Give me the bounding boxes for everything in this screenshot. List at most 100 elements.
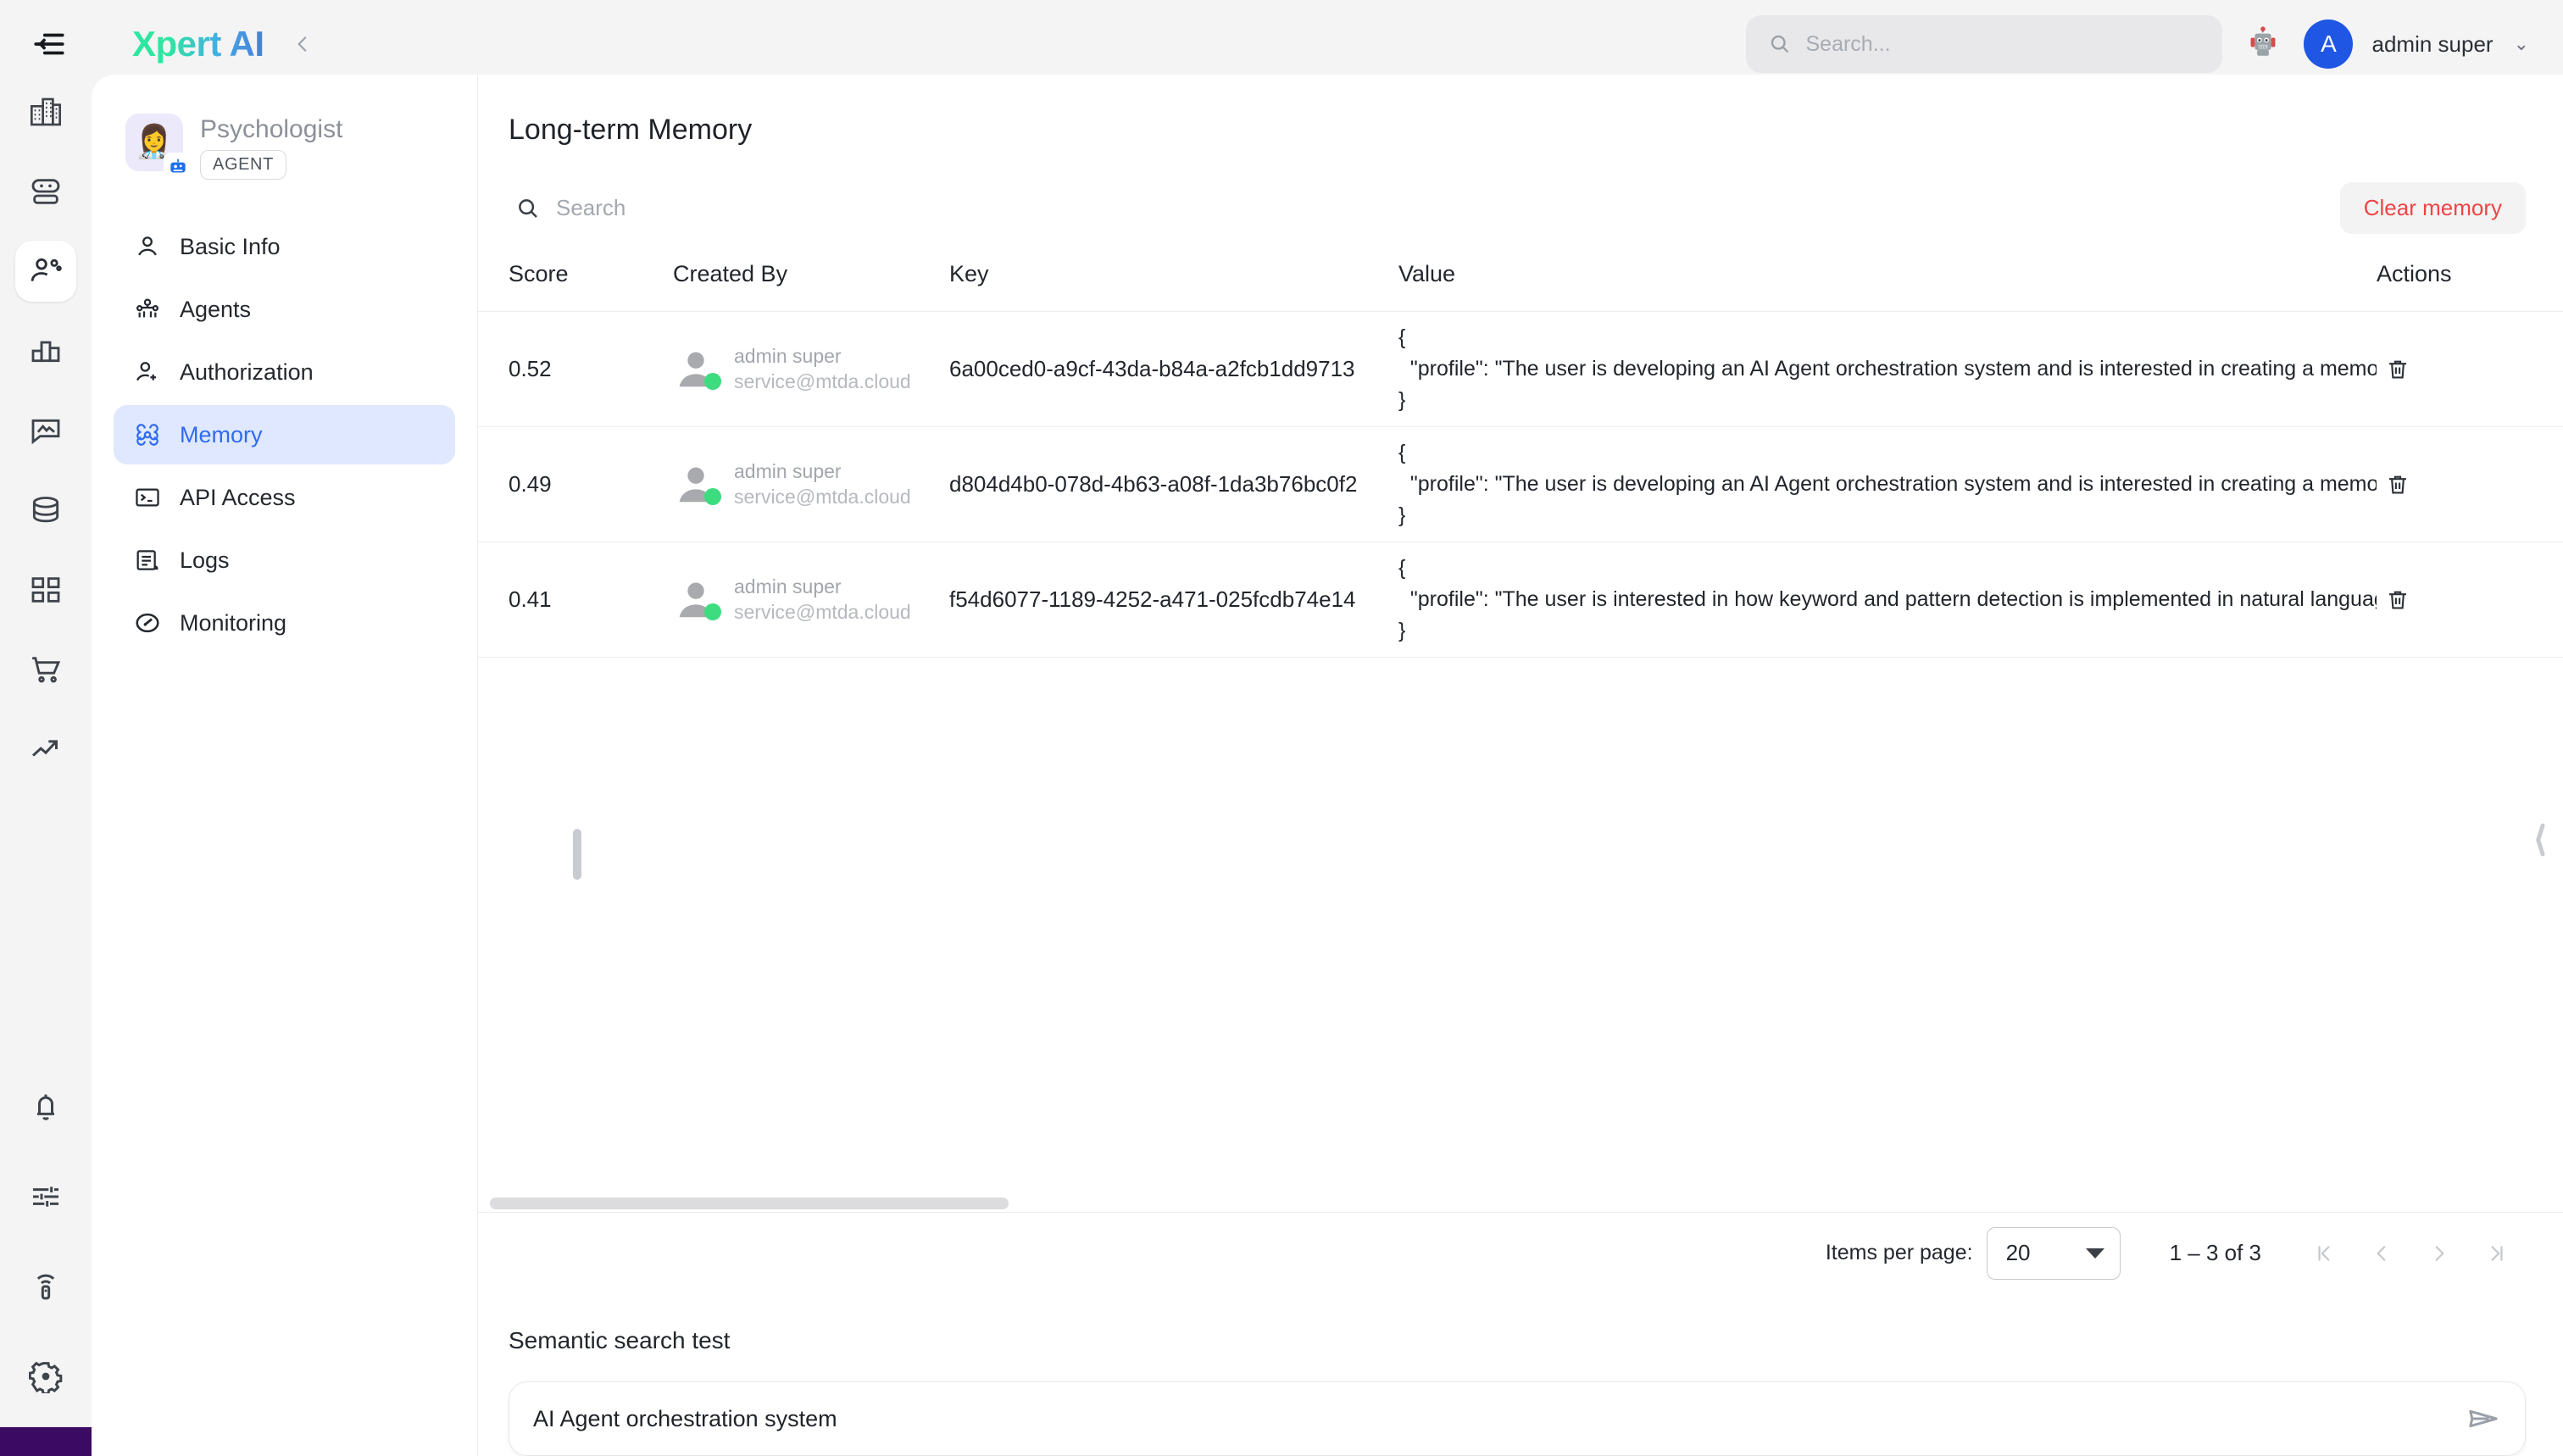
chevron-left-icon — [2536, 823, 2545, 857]
user-icon — [138, 236, 157, 256]
rail-top-group — [15, 81, 76, 780]
sidebar-item-label: Memory — [180, 421, 263, 447]
status-badge-online — [704, 603, 721, 620]
memory-main: Long-term Memory Search Clear memory Sco… — [478, 75, 2563, 1456]
sidebar-item-authorization[interactable]: Authorization — [114, 342, 455, 402]
agent-config-sidebar: 👩‍⚕️ Psychologist AGENT — [92, 75, 478, 1456]
sliders-icon-button[interactable] — [15, 1166, 76, 1227]
right-panel-expand-handle[interactable] — [2529, 820, 2551, 859]
status-badge-online — [704, 372, 721, 390]
agent-meta: Psychologist AGENT — [200, 114, 342, 180]
next-page-button[interactable] — [2424, 1238, 2455, 1269]
table-body: 0.52 admin super service@mtda.cloud 6a00… — [478, 311, 2563, 658]
delete-memory-button[interactable] — [2377, 348, 2419, 391]
table-row[interactable]: 0.41 admin super service@mtda.cloud f54d… — [478, 542, 2563, 658]
semantic-search-input-wrap[interactable] — [509, 1381, 2526, 1456]
sidebar-item-monitoring[interactable]: Monitoring — [114, 593, 455, 653]
user-avatar[interactable]: A — [2304, 19, 2354, 69]
remote-signal-icon-button[interactable] — [15, 1256, 76, 1317]
trash-icon — [2389, 475, 2406, 493]
trending-up-icon-button[interactable] — [15, 719, 76, 780]
semantic-search-input[interactable] — [533, 1405, 2449, 1432]
trash-icon — [2389, 360, 2406, 378]
database-icon-button[interactable] — [15, 480, 76, 541]
avatar — [673, 462, 721, 508]
paginator-nav — [2309, 1238, 2512, 1269]
prev-page-button[interactable] — [2366, 1238, 2397, 1269]
agent-type-badge: AGENT — [200, 150, 286, 180]
status-badge-online — [704, 487, 721, 505]
avatar — [673, 347, 721, 392]
dashboard-grid-icon-button[interactable] — [15, 559, 76, 620]
gear-icon-button[interactable] — [15, 1346, 76, 1407]
rail-bottom-group — [15, 1076, 76, 1436]
cell-value: { "profile": "The user is developing an … — [1398, 311, 2377, 427]
table-empty-space — [478, 658, 2563, 1195]
trash-icon — [2389, 591, 2406, 609]
items-per-page-value: 20 — [2005, 1240, 2031, 1265]
created-by-cell: admin super service@mtda.cloud — [673, 575, 949, 624]
document-list-icon — [136, 550, 158, 570]
table-head: Score Created By Key Value Actions — [478, 261, 2563, 312]
bar-chart-icon — [31, 341, 60, 363]
sidebar-collapse-button[interactable] — [286, 27, 320, 61]
last-page-icon — [2491, 1245, 2503, 1261]
app-logo[interactable]: Xpert AI — [132, 24, 264, 64]
shopping-cart-icon-button[interactable] — [15, 639, 76, 700]
sidebar-item-logs[interactable]: Logs — [114, 531, 455, 590]
gauge-icon — [136, 613, 159, 633]
sidebar-item-basic-info[interactable]: Basic Info — [114, 217, 455, 276]
last-page-button[interactable] — [2482, 1238, 2512, 1269]
organization-icon-button[interactable] — [15, 81, 76, 142]
left-icon-rail — [0, 0, 92, 1456]
created-by-text: admin super service@mtda.cloud — [734, 460, 911, 508]
sidebar-item-memory[interactable]: Memory — [114, 405, 455, 464]
sidebar-item-label: Monitoring — [180, 609, 287, 636]
semantic-search-send-button[interactable] — [2462, 1397, 2506, 1441]
table-header-row: Score Created By Key Value Actions — [478, 261, 2563, 312]
search-icon — [1771, 35, 1789, 53]
table-row[interactable]: 0.52 admin super service@mtda.cloud 6a00… — [478, 311, 2563, 427]
column-header-score: Score — [478, 261, 673, 312]
delete-memory-button[interactable] — [2377, 579, 2419, 621]
global-search-input[interactable]: Search... — [1746, 15, 2223, 73]
image-message-icon-button[interactable] — [15, 400, 76, 461]
table-row[interactable]: 0.49 admin super service@mtda.cloud d804… — [478, 426, 2563, 542]
memory-search-input[interactable]: Search — [509, 185, 625, 232]
user-name-label[interactable]: admin super — [2371, 31, 2493, 58]
delete-memory-button[interactable] — [2377, 464, 2419, 506]
app-root: Xpert AI Search... — [0, 0, 2563, 1456]
user-settings-icon-button[interactable] — [15, 241, 76, 302]
cell-score: 0.52 — [478, 311, 673, 427]
assistant-robot-icon-button[interactable] — [2241, 22, 2285, 66]
cell-actions — [2377, 426, 2563, 542]
agent-nav: Basic Info Agents Authorization Memory A… — [114, 217, 455, 653]
created-by-email: service@mtda.cloud — [734, 370, 911, 392]
bar-chart-icon-button[interactable] — [15, 320, 76, 381]
sidebar-item-api-access[interactable]: API Access — [114, 468, 455, 527]
table-horizontal-scrollbar[interactable] — [478, 1195, 2563, 1212]
sidebar-item-label: Agents — [180, 296, 252, 322]
clear-memory-button[interactable]: Clear memory — [2339, 182, 2526, 234]
column-header-value: Value — [1398, 261, 2377, 312]
shopping-cart-icon — [32, 657, 61, 683]
scrollbar-track[interactable] — [490, 1195, 2563, 1212]
sliders-icon — [33, 1186, 58, 1207]
first-page-button[interactable] — [2309, 1238, 2339, 1269]
robot-icon — [2251, 26, 2276, 56]
memory-search-placeholder: Search — [556, 195, 626, 220]
bell-icon — [37, 1094, 54, 1120]
brain-icon — [136, 424, 158, 446]
scrollbar-thumb[interactable] — [490, 1198, 1009, 1209]
chevron-down-icon[interactable]: ⌄ — [2514, 33, 2529, 55]
created-by-cell: admin super service@mtda.cloud — [673, 460, 949, 508]
robot-icon-button[interactable] — [15, 161, 76, 222]
value-json: { "profile": "The user is interested in … — [1398, 556, 2377, 642]
avatar — [673, 577, 721, 623]
items-per-page-select[interactable]: 20 — [1986, 1226, 2121, 1280]
sidebar-resize-handle[interactable] — [573, 829, 581, 880]
sidebar-item-agents[interactable]: Agents — [114, 280, 455, 339]
page-range-label: 1 – 3 of 3 — [2169, 1240, 2261, 1265]
menu-collapse-icon-button[interactable] — [22, 17, 76, 71]
bell-icon-button[interactable] — [15, 1076, 76, 1137]
